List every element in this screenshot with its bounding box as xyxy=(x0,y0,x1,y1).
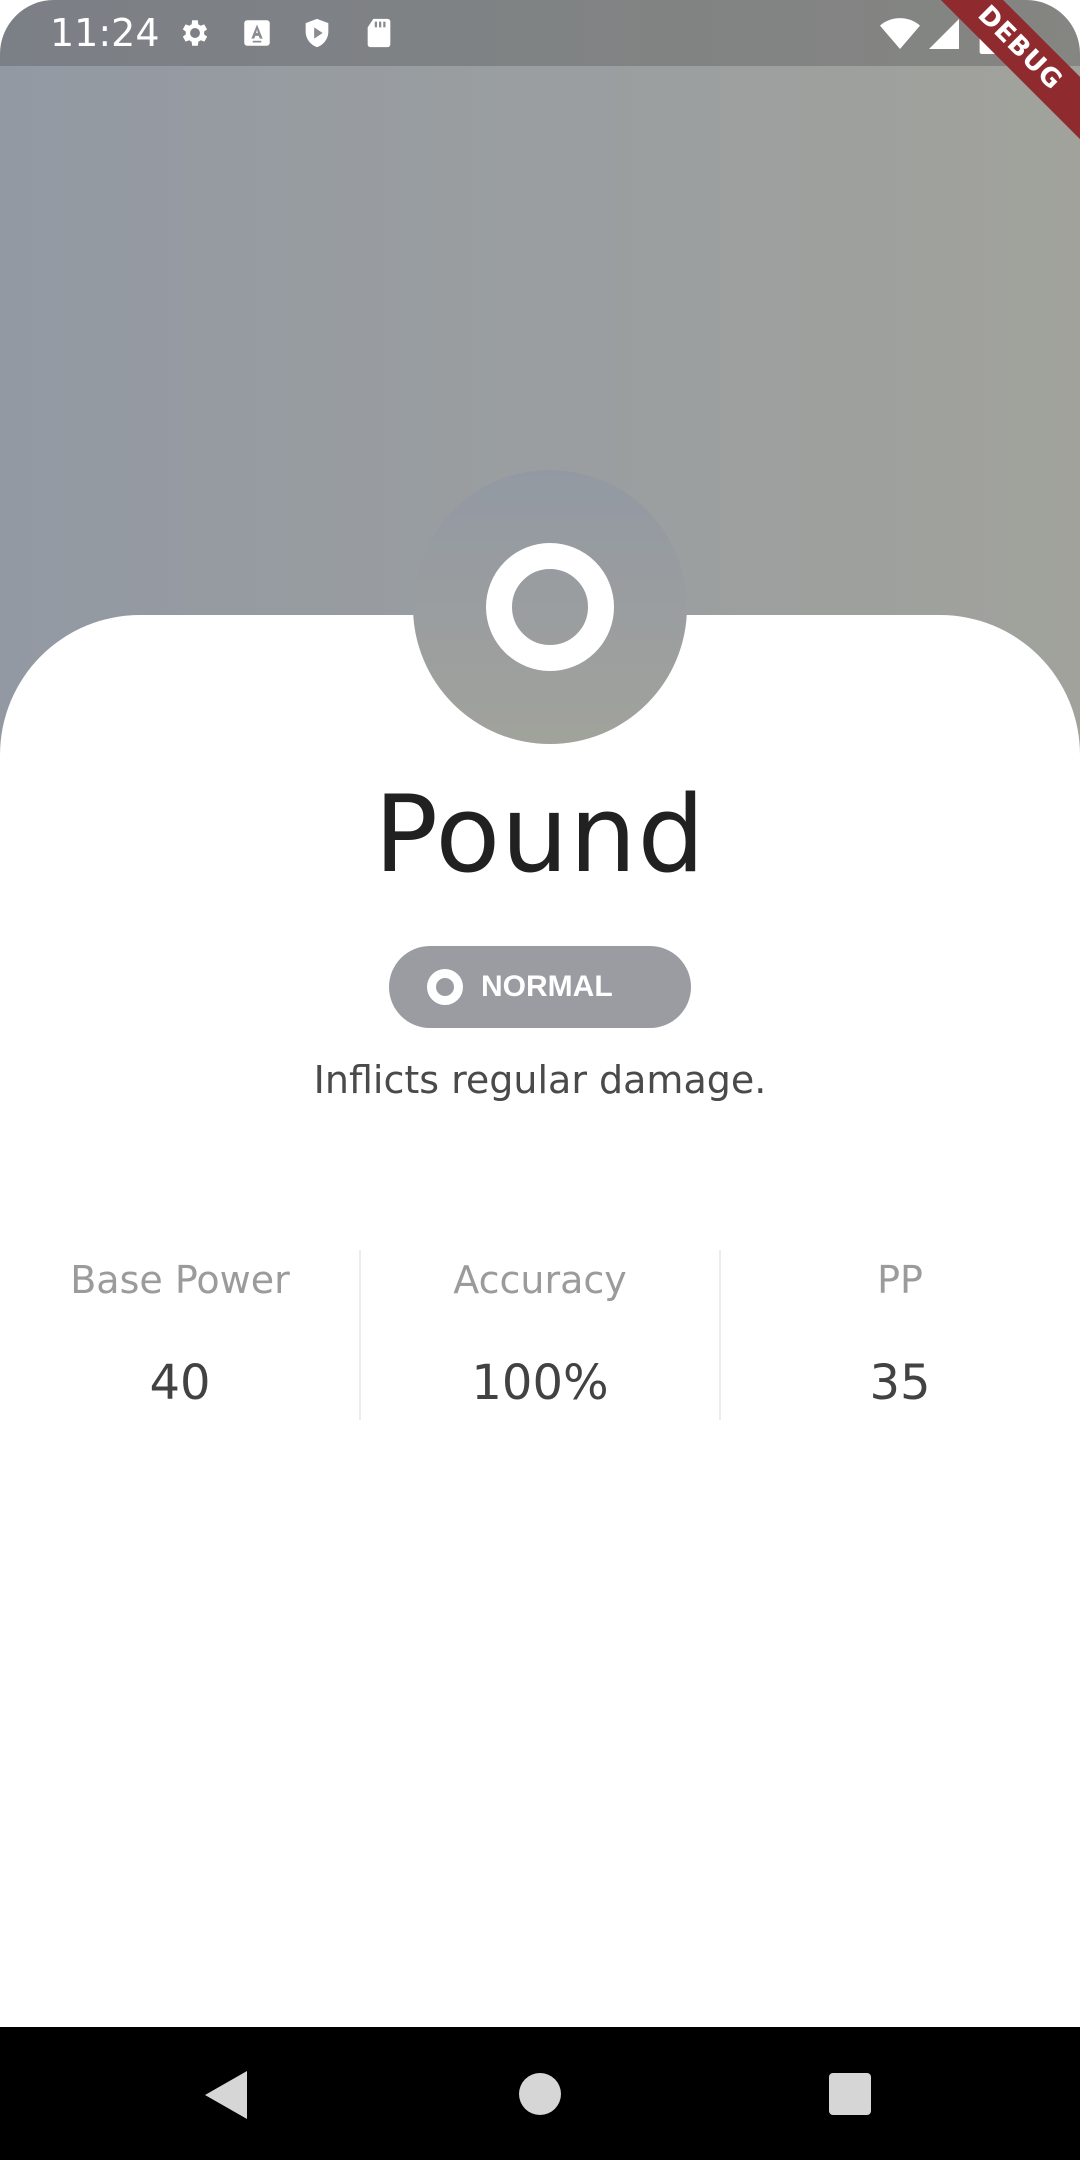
home-icon[interactable] xyxy=(519,2073,561,2115)
move-stats: Base Power 40 Accuracy 100% PP 35 xyxy=(0,1250,1080,1420)
stat-label: PP xyxy=(877,1258,923,1302)
move-description: Inflicts regular damage. xyxy=(313,1058,767,1102)
stat-base-power: Base Power 40 xyxy=(0,1250,360,1420)
normal-type-icon xyxy=(427,969,463,1005)
stat-value: 100% xyxy=(471,1355,609,1411)
type-chip[interactable]: NORMAL xyxy=(389,946,691,1028)
stat-label: Base Power xyxy=(70,1258,290,1302)
text-a-icon xyxy=(244,20,270,46)
status-bar: 11:24 xyxy=(0,0,1080,66)
signal-icon xyxy=(929,19,959,49)
status-time: 11:24 xyxy=(50,11,160,55)
system-nav-bar xyxy=(0,2027,1080,2160)
back-icon[interactable] xyxy=(205,2071,247,2119)
shield-play-icon xyxy=(305,18,329,48)
stat-accuracy: Accuracy 100% xyxy=(360,1250,720,1420)
move-title: Pound xyxy=(374,773,706,896)
stat-value: 35 xyxy=(869,1355,931,1411)
recents-icon[interactable] xyxy=(829,2073,871,2115)
stat-pp: PP 35 xyxy=(720,1250,1080,1420)
sd-card-icon xyxy=(367,18,391,48)
wifi-icon xyxy=(880,18,920,49)
gear-icon xyxy=(182,20,208,46)
stat-value: 40 xyxy=(149,1355,211,1411)
move-detail-screen: 11:24 DEBUG Pound NORMAL Inflicts regula… xyxy=(0,0,1080,2160)
stat-label: Accuracy xyxy=(453,1258,627,1302)
type-chip-label: NORMAL xyxy=(481,970,613,1003)
normal-type-icon xyxy=(486,543,614,671)
